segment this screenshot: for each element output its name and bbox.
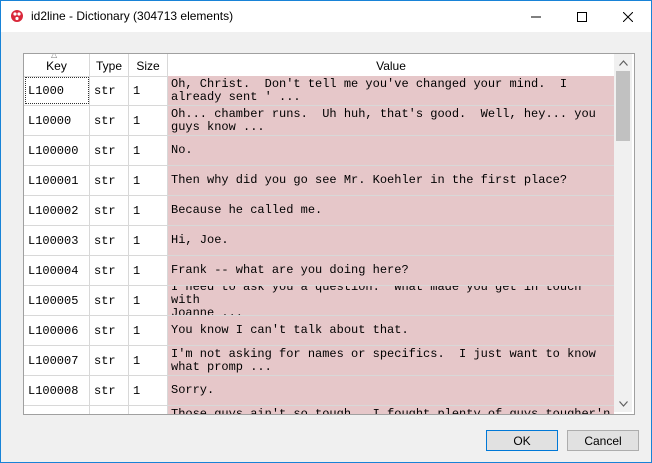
dialog-window: id2line - Dictionary (304713 elements) △… bbox=[0, 0, 652, 463]
table-row[interactable]: L100003 str 1 Hi, Joe. bbox=[24, 226, 614, 256]
scroll-down-button[interactable] bbox=[614, 395, 632, 412]
key-cell[interactable]: L10000 bbox=[24, 106, 90, 135]
title-bar[interactable]: id2line - Dictionary (304713 elements) bbox=[1, 1, 651, 32]
header-value-label: Value bbox=[376, 59, 406, 73]
table-row[interactable]: L100008 str 1 Sorry. bbox=[24, 376, 614, 406]
type-cell[interactable]: str bbox=[90, 196, 129, 225]
maximize-button[interactable] bbox=[559, 1, 605, 32]
value-cell[interactable]: Oh... chamber runs. Uh huh, that's good.… bbox=[168, 106, 614, 135]
size-cell[interactable]: 1 bbox=[129, 376, 168, 405]
minimize-button[interactable] bbox=[513, 1, 559, 32]
value-cell[interactable]: Frank -- what are you doing here? bbox=[168, 256, 614, 285]
size-cell[interactable]: 1 bbox=[129, 76, 168, 105]
header-value[interactable]: Value bbox=[168, 54, 614, 76]
type-cell[interactable]: str bbox=[90, 376, 129, 405]
key-cell[interactable]: L100001 bbox=[24, 166, 90, 195]
header-size-label: Size bbox=[136, 59, 160, 73]
table-row[interactable]: Those guys ain't so tough. I fought plen… bbox=[24, 406, 614, 414]
table-row[interactable]: L100005 str 1 I need to ask you a questi… bbox=[24, 286, 614, 316]
type-cell[interactable]: str bbox=[90, 106, 129, 135]
type-cell[interactable]: str bbox=[90, 136, 129, 165]
value-cell[interactable]: Sorry. bbox=[168, 376, 614, 405]
value-cell[interactable]: I need to ask you a question. What made … bbox=[168, 286, 614, 315]
size-cell[interactable]: 1 bbox=[129, 286, 168, 315]
value-cell[interactable]: You know I can't talk about that. bbox=[168, 316, 614, 345]
ok-button[interactable]: OK bbox=[486, 430, 558, 451]
table-row[interactable]: L100006 str 1 You know I can't talk abou… bbox=[24, 316, 614, 346]
dictionary-table[interactable]: △ Key Type Size Value L1000 str 1 Oh, Ch… bbox=[23, 53, 635, 415]
size-cell[interactable]: 1 bbox=[129, 226, 168, 255]
scroll-down-icon bbox=[618, 400, 628, 407]
scroll-up-button[interactable] bbox=[614, 54, 632, 71]
app-icon bbox=[11, 10, 23, 22]
size-cell[interactable]: 1 bbox=[129, 166, 168, 195]
window-title: id2line - Dictionary (304713 elements) bbox=[31, 9, 234, 23]
size-cell[interactable] bbox=[129, 406, 168, 414]
size-cell[interactable]: 1 bbox=[129, 196, 168, 225]
maximize-icon bbox=[577, 11, 587, 22]
size-cell[interactable]: 1 bbox=[129, 256, 168, 285]
header-type[interactable]: Type bbox=[90, 54, 129, 76]
size-cell[interactable]: 1 bbox=[129, 346, 168, 375]
type-cell[interactable]: str bbox=[90, 286, 129, 315]
key-cell[interactable]: L1000 bbox=[24, 76, 90, 105]
sort-up-icon: △ bbox=[51, 53, 58, 59]
value-cell[interactable]: Then why did you go see Mr. Koehler in t… bbox=[168, 166, 614, 195]
key-cell[interactable]: L100000 bbox=[24, 136, 90, 165]
value-cell[interactable]: No. bbox=[168, 136, 614, 165]
table-row[interactable]: L10000 str 1 Oh... chamber runs. Uh huh,… bbox=[24, 106, 614, 136]
value-cell[interactable]: Those guys ain't so tough. I fought plen… bbox=[168, 406, 614, 414]
size-cell[interactable]: 1 bbox=[129, 136, 168, 165]
table-body: L1000 str 1 Oh, Christ. Don't tell me yo… bbox=[24, 76, 614, 414]
type-cell[interactable]: str bbox=[90, 76, 129, 105]
header-type-label: Type bbox=[95, 59, 122, 73]
minimize-icon bbox=[531, 16, 541, 17]
header-key[interactable]: △ Key bbox=[24, 54, 90, 76]
size-cell[interactable]: 1 bbox=[129, 316, 168, 345]
table-row[interactable]: L100001 str 1 Then why did you go see Mr… bbox=[24, 166, 614, 196]
header-size[interactable]: Size bbox=[129, 54, 168, 76]
header-key-label: Key bbox=[46, 59, 67, 73]
size-cell[interactable]: 1 bbox=[129, 106, 168, 135]
close-icon bbox=[623, 11, 633, 22]
scrollbar-thumb[interactable] bbox=[616, 71, 630, 141]
value-cell[interactable]: Oh, Christ. Don't tell me you've changed… bbox=[168, 76, 614, 105]
type-cell[interactable]: str bbox=[90, 256, 129, 285]
type-cell[interactable]: str bbox=[90, 346, 129, 375]
value-cell[interactable]: Because he called me. bbox=[168, 196, 614, 225]
key-cell[interactable]: L100002 bbox=[24, 196, 90, 225]
key-cell[interactable]: L100005 bbox=[24, 286, 90, 315]
table-row[interactable]: L100004 str 1 Frank -- what are you doin… bbox=[24, 256, 614, 286]
key-cell[interactable] bbox=[24, 406, 90, 414]
type-cell[interactable]: str bbox=[90, 316, 129, 345]
key-cell[interactable]: L100008 bbox=[24, 376, 90, 405]
table-row[interactable]: L100007 str 1 I'm not asking for names o… bbox=[24, 346, 614, 376]
value-cell[interactable]: I'm not asking for names or specifics. I… bbox=[168, 346, 614, 375]
type-cell[interactable]: str bbox=[90, 166, 129, 195]
type-cell[interactable] bbox=[90, 406, 129, 414]
table-row[interactable]: L100000 str 1 No. bbox=[24, 136, 614, 166]
table-row[interactable]: L1000 str 1 Oh, Christ. Don't tell me yo… bbox=[24, 76, 614, 106]
cancel-button[interactable]: Cancel bbox=[567, 430, 639, 451]
scroll-up-icon bbox=[618, 59, 628, 66]
vertical-scrollbar[interactable] bbox=[614, 54, 632, 412]
type-cell[interactable]: str bbox=[90, 226, 129, 255]
key-cell[interactable]: L100006 bbox=[24, 316, 90, 345]
value-cell[interactable]: Hi, Joe. bbox=[168, 226, 614, 255]
close-button[interactable] bbox=[605, 1, 651, 32]
key-cell[interactable]: L100007 bbox=[24, 346, 90, 375]
key-cell[interactable]: L100003 bbox=[24, 226, 90, 255]
table-header: △ Key Type Size Value bbox=[24, 54, 614, 77]
table-row[interactable]: L100002 str 1 Because he called me. bbox=[24, 196, 614, 226]
key-cell[interactable]: L100004 bbox=[24, 256, 90, 285]
